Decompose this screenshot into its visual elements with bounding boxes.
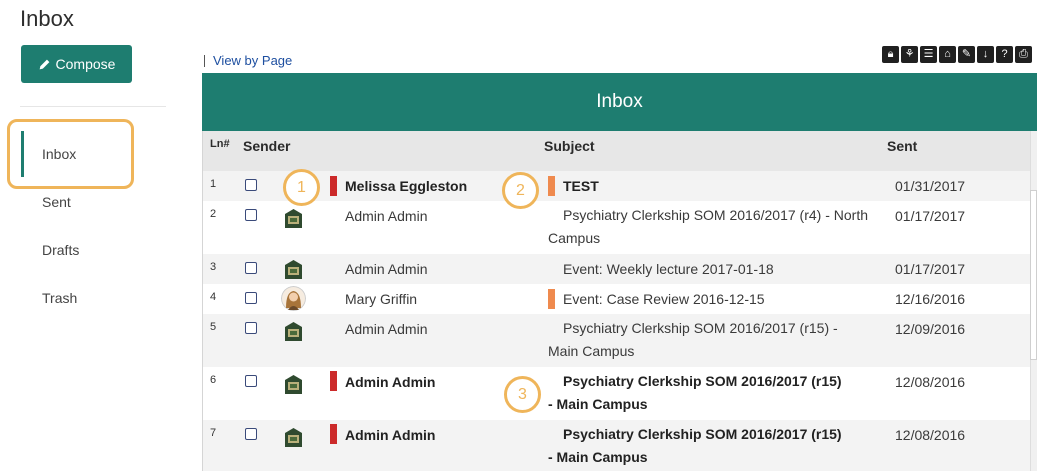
- table-row[interactable]: 7 Admin Admin Psychiatry Clerkship SOM 2…: [203, 420, 1030, 471]
- row-checkbox[interactable]: [245, 262, 257, 274]
- subject-text: Psychiatry Clerkship SOM 2016/2017 (r15)…: [548, 426, 842, 465]
- sender-name: Mary Griffin: [345, 291, 418, 307]
- sent-date: 12/09/2016: [895, 321, 966, 337]
- column-header-subject[interactable]: Subject: [544, 138, 595, 154]
- unread-flag: [330, 371, 337, 391]
- lock-icon[interactable]: 🔒︎: [882, 46, 899, 63]
- sent-date: 12/08/2016: [895, 374, 966, 390]
- scrollbar-thumb[interactable]: [1030, 190, 1037, 360]
- toolbar: 🔒︎ ⚘ ☰ ⌂ ✎ ↓ ? ⎙: [882, 46, 1032, 63]
- avatar: [281, 206, 306, 231]
- avatar: [281, 257, 306, 282]
- column-header-sender[interactable]: Sender: [243, 138, 290, 154]
- sidebar-item-trash[interactable]: Trash: [42, 290, 77, 306]
- sent-date: 12/08/2016: [895, 427, 966, 443]
- avatar: [281, 319, 306, 344]
- archive-icon[interactable]: ⌂: [939, 46, 956, 63]
- sent-date: 12/16/2016: [895, 291, 966, 307]
- row-checkbox[interactable]: [245, 322, 257, 334]
- sent-date: 01/31/2017: [895, 178, 966, 194]
- compose-button[interactable]: Compose: [21, 45, 132, 83]
- row-checkbox[interactable]: [245, 292, 257, 304]
- unread-flag: [330, 424, 337, 444]
- sent-date: 01/17/2017: [895, 261, 966, 277]
- download-icon[interactable]: ↓: [977, 46, 994, 63]
- sender-name: Admin Admin: [345, 261, 428, 277]
- table-row[interactable]: 4 Mary Griffin Event: Case Review 2016-1…: [203, 284, 1030, 314]
- view-options: View by Page: [204, 53, 292, 68]
- list-icon[interactable]: ☰: [920, 46, 937, 63]
- row-number: 2: [210, 208, 217, 220]
- help-icon[interactable]: ?: [996, 46, 1013, 63]
- row-checkbox[interactable]: [245, 179, 257, 191]
- priority-flag: [548, 176, 555, 196]
- row-number: 3: [210, 261, 217, 273]
- callout-marker: 1: [283, 169, 320, 206]
- table-row[interactable]: 6 Admin Admin Psychiatry Clerkship SOM 2…: [203, 367, 1030, 420]
- table-row[interactable]: 3 Admin Admin Event: Weekly lecture 2017…: [203, 254, 1030, 284]
- priority-flag: [548, 289, 555, 309]
- row-checkbox[interactable]: [245, 375, 257, 387]
- inbox-panel-header: Inbox: [202, 73, 1037, 131]
- table-row[interactable]: 1 Melissa Eggleston TEST 01/31/2017: [203, 171, 1030, 201]
- sender-name: Melissa Eggleston: [345, 178, 468, 194]
- sent-date: 01/17/2017: [895, 208, 966, 224]
- page-title: Inbox: [20, 6, 74, 31]
- subject-text: Event: Weekly lecture 2017-01-18: [563, 261, 774, 277]
- sidebar-item-inbox[interactable]: Inbox: [42, 146, 76, 162]
- table-row[interactable]: 2 Admin Admin Psychiatry Clerkship SOM 2…: [203, 201, 1030, 254]
- subject-text: Psychiatry Clerkship SOM 2016/2017 (r4) …: [548, 207, 868, 246]
- edit-icon[interactable]: ✎: [958, 46, 975, 63]
- subject-text: TEST: [563, 178, 599, 194]
- row-number: 4: [210, 291, 217, 303]
- sidebar-divider: [20, 106, 166, 107]
- active-nav-indicator: [21, 131, 24, 177]
- sender-name: Admin Admin: [345, 374, 436, 390]
- avatar: [281, 425, 306, 450]
- row-number: 6: [210, 374, 217, 386]
- sidebar-item-sent[interactable]: Sent: [42, 194, 71, 210]
- sidebar-item-drafts[interactable]: Drafts: [42, 242, 79, 258]
- print-icon[interactable]: ⎙: [1015, 46, 1032, 63]
- pencil-icon: [39, 59, 49, 69]
- callout-marker: 2: [502, 172, 539, 209]
- column-header-ln: Ln#: [210, 138, 230, 150]
- sender-name: Admin Admin: [345, 427, 436, 443]
- unread-flag: [330, 176, 337, 196]
- column-header-sent[interactable]: Sent: [887, 138, 917, 154]
- sender-name: Admin Admin: [345, 208, 428, 224]
- avatar: [281, 286, 306, 311]
- bug-icon[interactable]: ⚘: [901, 46, 918, 63]
- sender-name: Admin Admin: [345, 321, 428, 337]
- separator: [204, 54, 205, 67]
- view-by-page-link[interactable]: View by Page: [213, 53, 292, 68]
- row-number: 1: [210, 178, 217, 190]
- row-checkbox[interactable]: [245, 209, 257, 221]
- subject-text: Event: Case Review 2016-12-15: [563, 291, 765, 307]
- subject-text: Psychiatry Clerkship SOM 2016/2017 (r15)…: [548, 373, 842, 412]
- callout-marker: 3: [504, 376, 541, 413]
- row-number: 7: [210, 427, 217, 439]
- compose-label: Compose: [55, 56, 116, 72]
- subject-text: Psychiatry Clerkship SOM 2016/2017 (r15)…: [548, 320, 838, 359]
- panel-title: Inbox: [596, 91, 643, 112]
- avatar: [281, 372, 306, 397]
- table-row[interactable]: 5 Admin Admin Psychiatry Clerkship SOM 2…: [203, 314, 1030, 367]
- row-checkbox[interactable]: [245, 428, 257, 440]
- row-number: 5: [210, 321, 217, 333]
